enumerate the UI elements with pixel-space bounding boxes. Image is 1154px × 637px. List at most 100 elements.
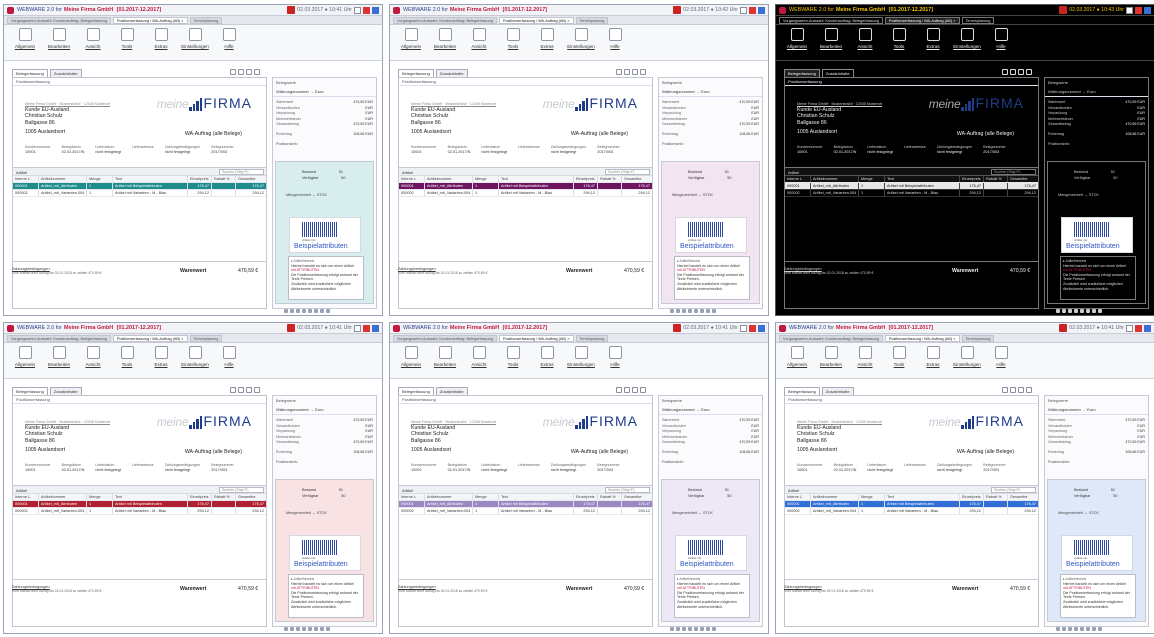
status-icon[interactable]: [296, 627, 300, 631]
table-row[interactable]: 000002 Artikel_mit_Varianten-004 1 Artikel …: [785, 508, 1038, 515]
search-input[interactable]: Suchen (Strg+F): [219, 169, 264, 175]
status-icon[interactable]: [700, 309, 704, 313]
column-header[interactable]: Interne L.: [399, 176, 425, 182]
status-icon[interactable]: [670, 309, 674, 313]
ribbon-button[interactable]: Bearbeiten: [434, 346, 456, 367]
calendar-icon[interactable]: [1059, 324, 1068, 332]
mail-icon[interactable]: [632, 387, 638, 393]
status-icon[interactable]: [1092, 309, 1096, 313]
column-header[interactable]: Artikelnummer: [811, 176, 859, 182]
table-row[interactable]: 000002 Artikel_mit_Varianten-004 1 Artikel …: [13, 508, 266, 515]
status-icon[interactable]: [1062, 627, 1066, 631]
status-icon[interactable]: [1074, 627, 1078, 631]
column-header[interactable]: Menge: [859, 494, 885, 500]
tab-belegerfassung[interactable]: Vorgangsarten-Auswahl: Kundenauftrag: Be…: [393, 16, 497, 24]
currency-field[interactable]: Währungsnummer → Euro: [273, 87, 376, 97]
ribbon-button[interactable]: Bearbeiten: [48, 346, 70, 367]
column-header[interactable]: Einzelpreis: [574, 176, 598, 182]
column-header[interactable]: Artikelnummer: [425, 176, 473, 182]
column-header[interactable]: Menge: [87, 176, 113, 182]
ribbon-button[interactable]: Hilfe: [218, 28, 240, 49]
column-header[interactable]: Text: [499, 176, 574, 182]
column-header[interactable]: Einzelpreis: [960, 494, 984, 500]
status-icon[interactable]: [712, 309, 716, 313]
maximize-button[interactable]: [758, 324, 765, 332]
column-header[interactable]: Gesamtbe: [1008, 176, 1038, 182]
tab-terminplanung[interactable]: Terminplanung: [961, 16, 995, 24]
status-icon[interactable]: [314, 309, 318, 313]
maximize-button[interactable]: [372, 324, 379, 332]
print-icon[interactable]: [616, 69, 622, 75]
minimize-button[interactable]: [1126, 324, 1133, 332]
status-icon[interactable]: [1080, 309, 1084, 313]
search-input[interactable]: Suchen (Strg+F): [991, 487, 1036, 493]
tab-positionserfassung[interactable]: Positionserfassung / WA-Auftrag (AB) ×: [498, 16, 574, 24]
mail-icon[interactable]: [1018, 387, 1024, 393]
ribbon-button[interactable]: Hilfe: [604, 28, 626, 49]
status-icon[interactable]: [682, 309, 686, 313]
column-header[interactable]: Interne L.: [785, 494, 811, 500]
column-header[interactable]: Interne L.: [13, 176, 39, 182]
ribbon-button[interactable]: Extras: [150, 346, 172, 367]
status-icon[interactable]: [1086, 627, 1090, 631]
status-icon[interactable]: [706, 627, 710, 631]
ribbon-button[interactable]: Bearbeiten: [48, 28, 70, 49]
table-row[interactable]: 000001 Artikel_mit_Attributen 1 Artikel mit…: [13, 183, 266, 190]
ribbon-button[interactable]: Ansicht: [468, 346, 490, 367]
column-header[interactable]: Gesamtbe: [622, 494, 652, 500]
column-header[interactable]: Gesamtbe: [236, 176, 266, 182]
tab-terminplanung[interactable]: Terminplanung: [189, 334, 223, 342]
refresh-icon[interactable]: [624, 387, 630, 393]
column-header[interactable]: Rabatt %: [984, 176, 1008, 182]
column-header[interactable]: Rabatt %: [598, 176, 622, 182]
currency-field[interactable]: Währungsnummer → Euro: [273, 405, 376, 415]
ribbon-button[interactable]: Tools: [116, 28, 138, 49]
table-row[interactable]: 000002 Artikel_mit_Varianten-004 1 Artikel …: [399, 190, 652, 197]
column-header[interactable]: Einzelpreis: [960, 176, 984, 182]
status-icon[interactable]: [326, 309, 330, 313]
status-icon[interactable]: [682, 627, 686, 631]
status-icon[interactable]: [314, 627, 318, 631]
ribbon-button[interactable]: Allgemein: [14, 346, 36, 367]
refresh-icon[interactable]: [238, 69, 244, 75]
ribbon-button[interactable]: Allgemein: [14, 28, 36, 49]
column-header[interactable]: Artikelnummer: [39, 176, 87, 182]
status-icon[interactable]: [688, 627, 692, 631]
status-icon[interactable]: [1056, 627, 1060, 631]
search-input[interactable]: Suchen (Strg+F): [605, 487, 650, 493]
minimize-button[interactable]: [354, 324, 361, 332]
column-header[interactable]: Rabatt %: [984, 494, 1008, 500]
close-button[interactable]: [1135, 6, 1142, 14]
refresh-icon[interactable]: [238, 387, 244, 393]
table-row[interactable]: 000002 Artikel_mit_Varianten-004 1 Artikel …: [13, 190, 266, 197]
status-icon[interactable]: [326, 627, 330, 631]
status-icon[interactable]: [1062, 309, 1066, 313]
save-icon[interactable]: [254, 387, 260, 393]
mail-icon[interactable]: [246, 387, 252, 393]
column-header[interactable]: Einzelpreis: [188, 494, 212, 500]
ribbon-button[interactable]: Einstellungen: [567, 346, 595, 367]
ribbon-button[interactable]: Tools: [502, 28, 524, 49]
status-icon[interactable]: [1056, 309, 1060, 313]
minimize-button[interactable]: [740, 6, 747, 14]
ribbon-button[interactable]: Hilfe: [990, 28, 1012, 49]
ribbon-button[interactable]: Allgemein: [786, 28, 808, 49]
close-button[interactable]: [1135, 324, 1142, 332]
print-icon[interactable]: [230, 387, 236, 393]
print-icon[interactable]: [616, 387, 622, 393]
ribbon-button[interactable]: Bearbeiten: [820, 28, 842, 49]
tab-terminplanung[interactable]: Terminplanung: [961, 334, 995, 342]
column-header[interactable]: Einzelpreis: [188, 176, 212, 182]
status-icon[interactable]: [320, 627, 324, 631]
calendar-icon[interactable]: [673, 324, 682, 332]
column-header[interactable]: Artikelnummer: [425, 494, 473, 500]
status-icon[interactable]: [694, 309, 698, 313]
column-header[interactable]: Gesamtbe: [622, 176, 652, 182]
status-icon[interactable]: [296, 309, 300, 313]
ribbon-button[interactable]: Allgemein: [400, 346, 422, 367]
ribbon-button[interactable]: Einstellungen: [181, 346, 209, 367]
status-icon[interactable]: [1092, 627, 1096, 631]
ribbon-button[interactable]: Bearbeiten: [434, 28, 456, 49]
status-icon[interactable]: [1068, 309, 1072, 313]
search-input[interactable]: Suchen (Strg+F): [605, 169, 650, 175]
